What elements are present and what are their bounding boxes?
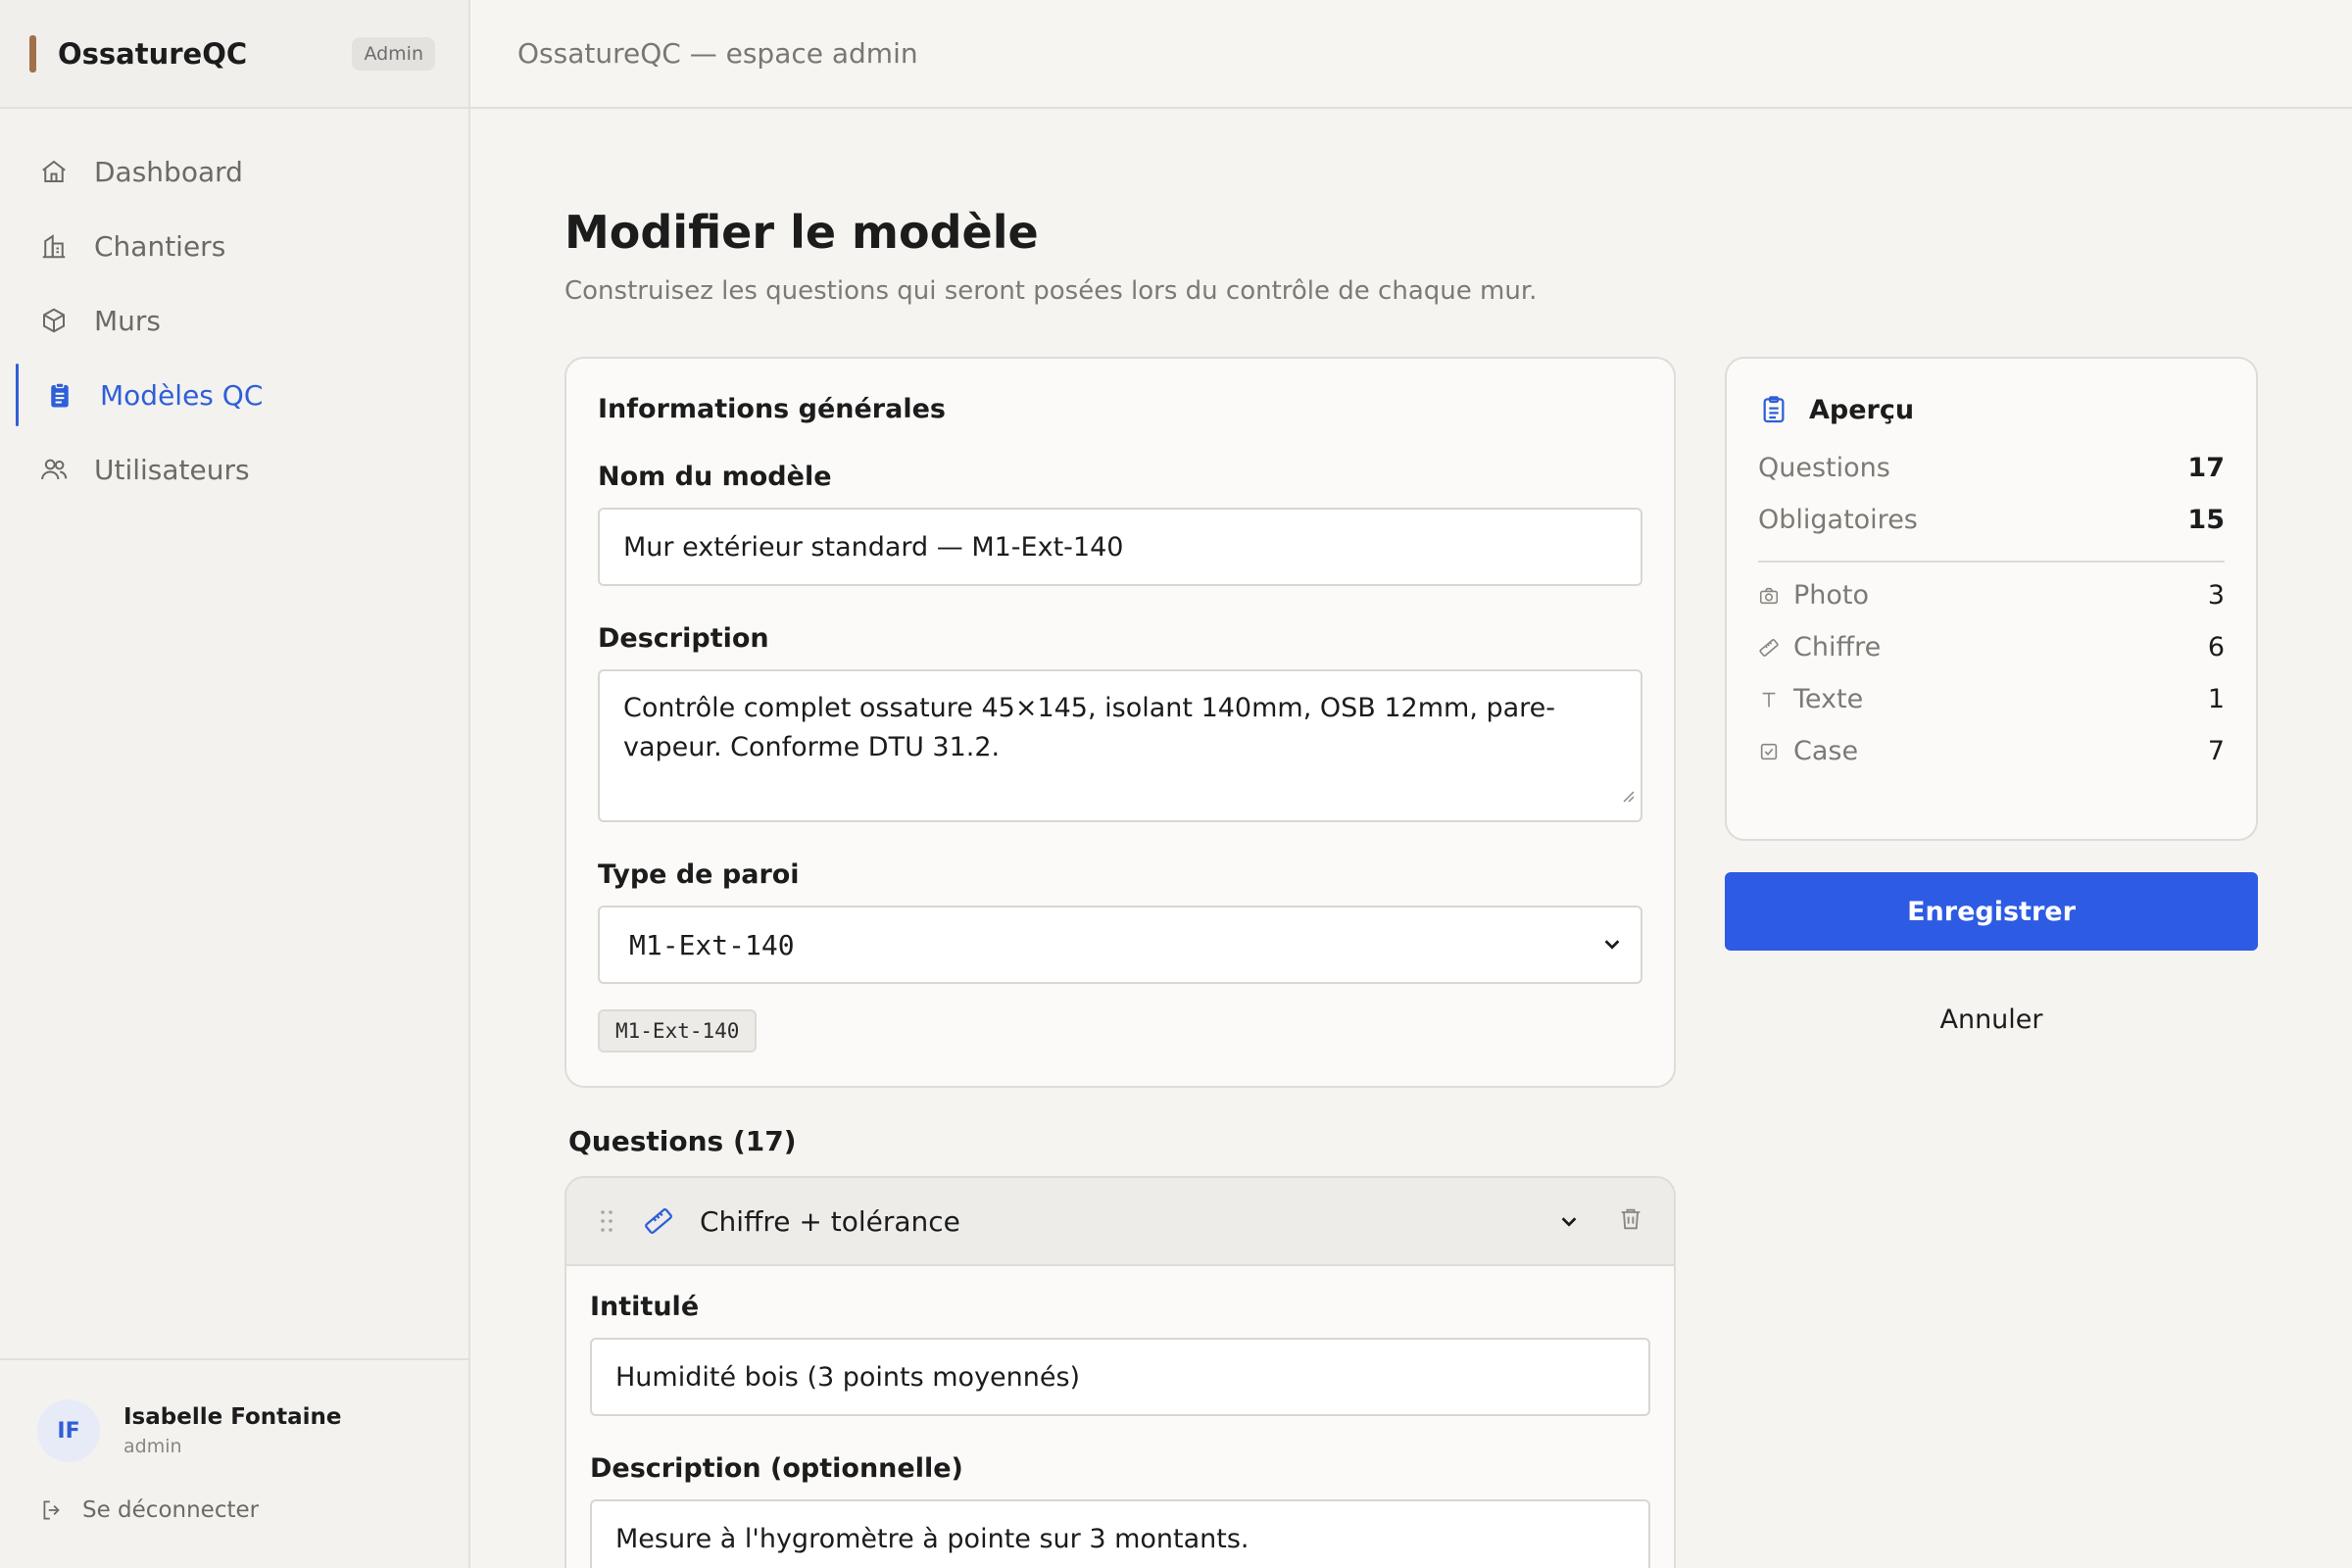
drag-handle-icon[interactable] [598, 1208, 615, 1234]
role-badge: Admin [352, 36, 435, 71]
stat-value: 7 [2207, 736, 2225, 766]
stat-label: Obligatoires [1758, 505, 1918, 535]
clipboard-icon [1758, 394, 1789, 425]
stat-value: 1 [2207, 684, 2225, 714]
divider [1758, 561, 2225, 563]
stat-label: Chiffre [1793, 632, 1882, 662]
users-icon [37, 453, 71, 486]
sidebar-nav: Dashboard Chantiers Murs Modèles QC Util… [0, 109, 468, 507]
sidebar-item-label: Murs [94, 304, 162, 337]
wall-type-select[interactable]: M1-Ext-140 [598, 906, 1642, 984]
preview-header: Aperçu [1758, 394, 2225, 425]
wall-type-value: M1-Ext-140 [629, 928, 795, 961]
general-info-card: Informations générales Nom du modèle Mur… [564, 357, 1676, 1088]
stat-value: 3 [2207, 580, 2225, 611]
page-subtitle: Construisez les questions qui seront pos… [564, 276, 1538, 306]
sidebar-item-chantiers[interactable]: Chantiers [0, 209, 468, 283]
model-name-input[interactable]: Mur extérieur standard — M1-Ext-140 [598, 508, 1642, 586]
stat-value: 6 [2207, 632, 2225, 662]
user-role: admin [123, 1436, 182, 1457]
ruler-icon [643, 1205, 674, 1237]
avatar: IF [37, 1399, 100, 1462]
wall-type-label: Type de paroi [598, 859, 800, 890]
sidebar-item-label: Dashboard [94, 155, 243, 188]
save-button[interactable]: Enregistrer [1725, 872, 2258, 951]
camera-icon [1758, 585, 1780, 607]
stat-label: Texte [1793, 684, 1864, 714]
sidebar: OssatureQC Admin Dashboard Chantiers Mur… [0, 0, 470, 1568]
sidebar-footer: IF Isabelle Fontaine admin Se déconnecte… [0, 1358, 468, 1568]
name-label: Nom du modèle [598, 462, 832, 492]
cancel-button[interactable]: Annuler [1725, 980, 2258, 1058]
sidebar-item-utilisateurs[interactable]: Utilisateurs [0, 432, 468, 507]
stat-value: 15 [2187, 505, 2225, 535]
stat-chiffre: Chiffre 6 [1758, 632, 2225, 662]
preview-title: Aperçu [1809, 394, 1915, 425]
app-name: OssatureQC [58, 36, 248, 71]
question-card: Chiffre + tolérance Intitulé Humidité bo… [564, 1176, 1676, 1568]
questions-heading: Questions (17) [568, 1125, 797, 1157]
section-title: Informations générales [598, 394, 946, 424]
stat-label: Case [1793, 736, 1859, 766]
topbar: OssatureQC — espace admin [470, 0, 2352, 109]
sidebar-item-murs[interactable]: Murs [0, 283, 468, 358]
stat-case: Case 7 [1758, 736, 2225, 766]
description-textarea[interactable]: Contrôle complet ossature 45×145, isolan… [598, 669, 1642, 822]
description-label: Description [598, 623, 769, 654]
resize-handle-icon[interactable] [1619, 775, 1635, 814]
question-type-label: Chiffre + tolérance [700, 1204, 960, 1238]
logout-button[interactable]: Se déconnecter [0, 1462, 468, 1523]
description-text: Contrôle complet ossature 45×145, isolan… [623, 693, 1556, 762]
page-header: Modifier le modèle Construisez les quest… [564, 206, 1537, 306]
stat-label-wrap: Case [1758, 736, 2208, 766]
brand-header: OssatureQC Admin [0, 0, 468, 109]
checkbox-icon [1758, 741, 1780, 762]
question-description-input[interactable]: Mesure à l'hygromètre à pointe sur 3 mon… [590, 1499, 1650, 1568]
stat-label-wrap: Texte [1758, 684, 2208, 714]
wall-type-chip: M1-Ext-140 [598, 1009, 758, 1053]
preview-card: Aperçu Questions 17 Obligatoires 15 Phot… [1725, 357, 2258, 841]
sidebar-item-dashboard[interactable]: Dashboard [0, 134, 468, 209]
stat-photo: Photo 3 [1758, 580, 2225, 611]
sidebar-item-label: Utilisateurs [94, 453, 250, 486]
brand-mark [29, 34, 36, 73]
stat-value: 17 [2187, 453, 2225, 483]
logout-icon [39, 1497, 65, 1523]
topbar-title: OssatureQC — espace admin [517, 37, 918, 70]
trash-icon[interactable] [1617, 1205, 1644, 1237]
question-description-label: Description (optionnelle) [590, 1453, 963, 1484]
building-icon [37, 229, 71, 263]
collapse-chevron-icon[interactable] [1558, 1210, 1580, 1232]
stat-texte: Texte 1 [1758, 684, 2225, 714]
chevron-down-icon [1601, 929, 1623, 961]
sidebar-item-label: Modèles QC [100, 378, 264, 412]
cube-icon [37, 304, 71, 337]
stat-label-wrap: Photo [1758, 580, 2208, 611]
user-name: Isabelle Fontaine [123, 1404, 342, 1430]
stat-label: Photo [1793, 580, 1870, 611]
clipboard-icon [43, 378, 76, 412]
user-profile: IF Isabelle Fontaine admin [0, 1360, 468, 1462]
stat-label-wrap: Chiffre [1758, 632, 2208, 662]
stat-questions: Questions 17 [1758, 453, 2225, 483]
stat-required: Obligatoires 15 [1758, 505, 2225, 535]
page-title: Modifier le modèle [564, 206, 1039, 259]
text-icon [1758, 689, 1780, 710]
logout-label: Se déconnecter [82, 1497, 260, 1523]
ruler-icon [1758, 637, 1780, 659]
question-title-input[interactable]: Humidité bois (3 points moyennés) [590, 1338, 1650, 1416]
question-header[interactable]: Chiffre + tolérance [566, 1178, 1674, 1266]
home-icon [37, 155, 71, 188]
sidebar-item-label: Chantiers [94, 229, 226, 263]
stat-label: Questions [1758, 453, 1890, 483]
question-title-label: Intitulé [590, 1292, 700, 1322]
question-body: Intitulé Humidité bois (3 points moyenné… [566, 1266, 1674, 1568]
sidebar-item-modeles-qc[interactable]: Modèles QC [0, 358, 468, 432]
